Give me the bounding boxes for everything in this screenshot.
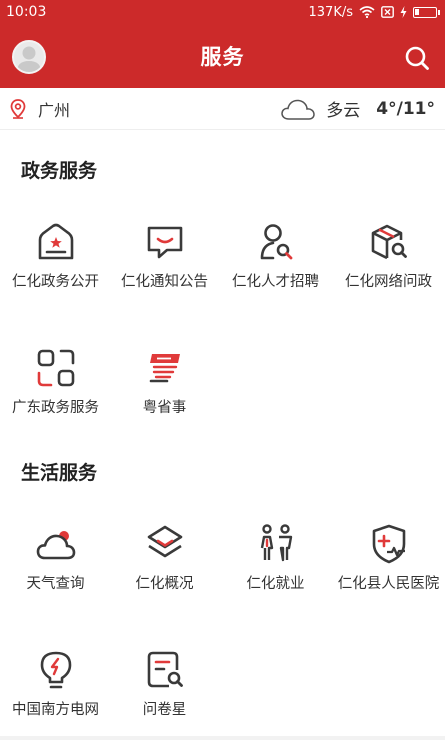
service-tile-renhua-overview[interactable]: 仁化概况 bbox=[109, 508, 220, 604]
service-tile-wenjuanxing[interactable]: 问卷星 bbox=[109, 634, 220, 730]
message-bubble-icon bbox=[147, 226, 182, 259]
battery-icon bbox=[413, 6, 440, 18]
tile-label: 仁化县人民医院 bbox=[337, 576, 440, 592]
service-tile-renhua-employment[interactable]: 仁化就业 bbox=[220, 508, 331, 604]
document-search-icon bbox=[147, 651, 183, 688]
section-title-life: 生活服务 bbox=[21, 462, 98, 484]
service-tile-china-southern-power-grid[interactable]: 中国南方电网 bbox=[0, 634, 111, 730]
service-tile-renhua-government-affairs[interactable]: 仁化政务公开 bbox=[0, 206, 111, 302]
tile-label: 天气查询 bbox=[26, 576, 85, 592]
status-bar: 10:03 137K/s bbox=[0, 0, 445, 24]
cloudy-icon bbox=[281, 99, 316, 120]
location-weather-bar[interactable]: 广州 多云 4°/11° bbox=[0, 88, 445, 130]
temperature-range: 4°/11° bbox=[376, 98, 435, 119]
city-name: 广州 bbox=[38, 100, 71, 120]
service-tile-guangdong-government-services[interactable]: 广东政务服务 bbox=[0, 332, 111, 428]
weather-summary: 多云 4°/11° bbox=[280, 96, 435, 121]
service-tile-renhua-notices[interactable]: 仁化通知公告 bbox=[109, 206, 220, 302]
weather-condition: 多云 bbox=[326, 101, 361, 121]
charging-icon bbox=[400, 6, 407, 18]
service-tile-weather-query[interactable]: 天气查询 bbox=[0, 508, 111, 604]
tile-label: 中国南方电网 bbox=[12, 702, 99, 718]
avatar[interactable] bbox=[12, 40, 46, 74]
medical-shield-icon bbox=[372, 524, 405, 564]
people-icon bbox=[260, 524, 292, 562]
yue-shengshi-logo-icon bbox=[149, 354, 180, 383]
tile-label: 仁化概况 bbox=[135, 576, 194, 592]
wifi-icon bbox=[359, 6, 375, 18]
tile-label: 问卷星 bbox=[142, 702, 187, 718]
tile-label: 粤省事 bbox=[142, 400, 187, 416]
service-tile-renhua-talent-recruitment[interactable]: 仁化人才招聘 bbox=[220, 206, 331, 302]
tile-label: 仁化通知公告 bbox=[121, 274, 208, 290]
person-search-icon bbox=[260, 224, 292, 260]
user-avatar-icon bbox=[17, 46, 41, 72]
tile-label: 仁化人才招聘 bbox=[232, 274, 319, 290]
page-title: 服务 bbox=[200, 45, 245, 69]
layers-icon bbox=[147, 525, 182, 558]
location-pin-icon bbox=[10, 98, 26, 119]
bottom-divider bbox=[0, 736, 445, 740]
service-tile-renhua-online-inquiry[interactable]: 仁化网络问政 bbox=[333, 206, 444, 302]
tile-label: 广东政务服务 bbox=[12, 400, 99, 416]
lightbulb-icon bbox=[40, 651, 71, 689]
tile-label: 仁化网络问政 bbox=[345, 274, 432, 290]
network-speed: 137K/s bbox=[308, 4, 354, 20]
tile-label: 仁化政务公开 bbox=[12, 274, 99, 290]
app-grid-icon bbox=[37, 349, 74, 387]
section-title-government: 政务服务 bbox=[21, 160, 98, 182]
cloud-sun-icon bbox=[36, 531, 75, 560]
service-tile-yue-shengshi[interactable]: 粤省事 bbox=[109, 332, 220, 428]
tile-label: 仁化就业 bbox=[246, 576, 305, 592]
government-building-icon bbox=[38, 223, 73, 260]
app-header: 服务 bbox=[0, 24, 445, 88]
search-icon[interactable] bbox=[403, 44, 431, 72]
box-search-icon bbox=[371, 224, 407, 260]
no-sim-icon bbox=[381, 6, 394, 18]
status-time: 10:03 bbox=[6, 4, 47, 20]
status-icons: 137K/s bbox=[308, 4, 440, 20]
service-tile-renhua-peoples-hospital[interactable]: 仁化县人民医院 bbox=[333, 508, 444, 604]
